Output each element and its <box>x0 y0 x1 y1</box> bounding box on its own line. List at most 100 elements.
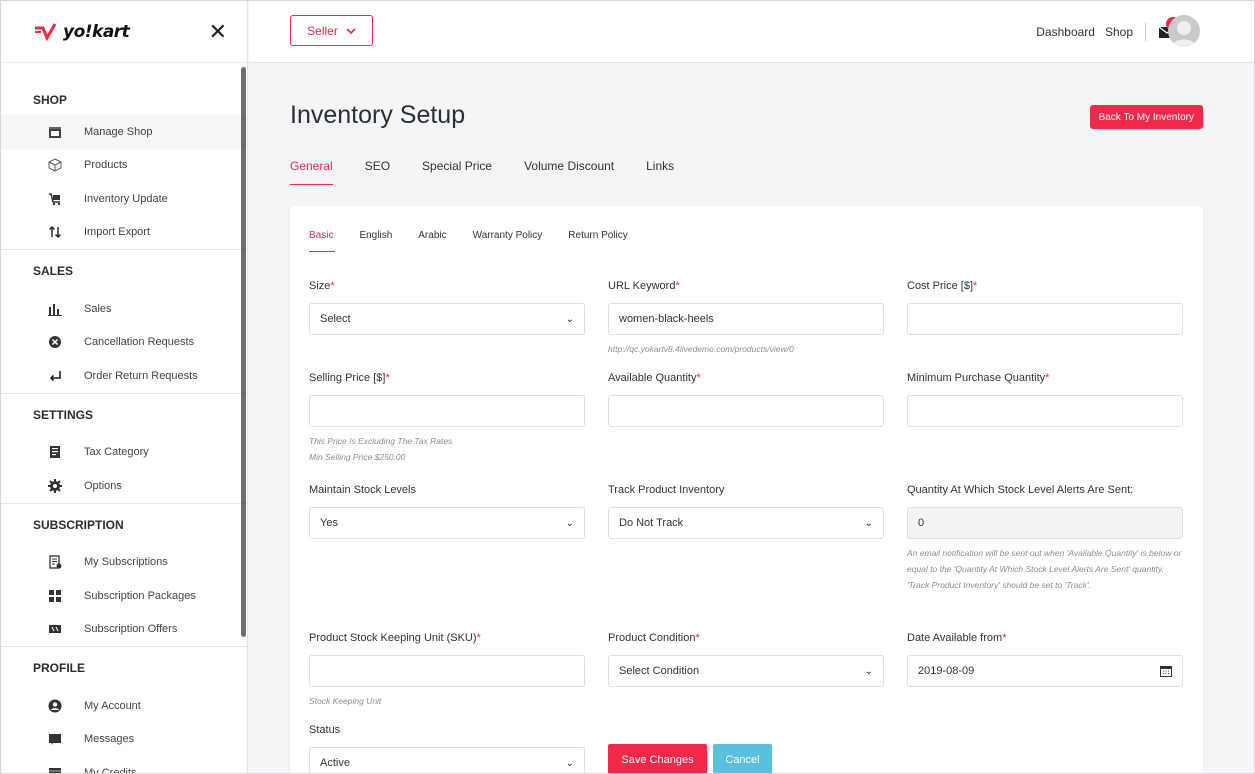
chevron-down-icon: ⌄ <box>864 665 873 677</box>
sidebar-item-label: My Credits <box>84 766 137 774</box>
dashboard-link[interactable]: Dashboard <box>1036 25 1095 39</box>
cancel-circle-icon <box>48 335 62 349</box>
credits-icon <box>48 766 62 773</box>
sidebar: yo!kart ✕ SHOP Manage Shop Products Invento… <box>1 1 248 774</box>
date-available-value: 2019-08-09 <box>918 665 975 677</box>
cancel-button[interactable]: Cancel <box>713 744 772 773</box>
brand-logo[interactable]: yo!kart <box>33 21 130 42</box>
tab-seo[interactable]: SEO <box>365 159 390 185</box>
seller-dropdown[interactable]: Seller <box>290 15 373 46</box>
sidebar-item-tax-category[interactable]: Tax Category <box>1 436 247 470</box>
save-changes-button[interactable]: Save Changes <box>608 744 707 773</box>
sidebar-item-messages[interactable]: Messages <box>1 723 247 757</box>
cost-price-input[interactable] <box>907 303 1183 335</box>
calendar-icon[interactable] <box>1160 665 1172 677</box>
sidebar-item-subscription-offers[interactable]: Subscription Offers <box>1 613 247 647</box>
bar-chart-icon <box>48 302 62 316</box>
sidebar-item-manage-shop[interactable]: Manage Shop <box>1 115 247 149</box>
required-mark: * <box>1045 372 1050 384</box>
maintain-stock-select[interactable]: Yes ⌄ <box>309 507 585 539</box>
sidebar-item-my-credits[interactable]: My Credits <box>1 756 247 774</box>
sidebar-item-products[interactable]: Products <box>1 149 247 183</box>
maintain-stock-label: Maintain Stock Levels <box>309 484 416 496</box>
url-keyword-field: URL Keyword* women-black-heels http://qc… <box>608 280 884 357</box>
sidebar-item-label: My Account <box>84 699 141 712</box>
sidebar-section-title: SUBSCRIPTION <box>33 517 124 532</box>
selling-price-help: This Price Is Excluding The Tax Rates Mi… <box>309 433 585 465</box>
min-purchase-quantity-input[interactable] <box>907 395 1183 427</box>
tab-general[interactable]: General <box>290 159 333 185</box>
sidebar-item-subscription-packages[interactable]: Subscription Packages <box>1 579 247 613</box>
sidebar-item-my-subscriptions[interactable]: My Subscriptions <box>1 546 247 580</box>
subtab-warranty-policy[interactable]: Warranty Policy <box>473 230 543 252</box>
divider <box>1145 23 1146 41</box>
track-inventory-field: Track Product Inventory Do Not Track ⌄ <box>608 484 884 539</box>
brand-name: yo!kart <box>63 21 130 42</box>
date-available-label: Date Available from <box>907 632 1003 644</box>
date-available-input[interactable]: 2019-08-09 <box>907 655 1183 687</box>
condition-field: Product Condition* Select Condition ⌄ <box>608 632 884 687</box>
subtab-english[interactable]: English <box>359 230 392 252</box>
required-mark: * <box>1002 632 1007 644</box>
status-label: Status <box>309 724 341 736</box>
subtab-return-policy[interactable]: Return Policy <box>568 230 627 252</box>
selling-price-input[interactable] <box>309 395 585 427</box>
sidebar-section-title: SETTINGS <box>33 407 94 422</box>
size-select[interactable]: Select ⌄ <box>309 303 585 335</box>
sidebar-item-label: Manage Shop <box>84 125 153 138</box>
sidebar-item-label: Sales <box>84 302 112 315</box>
track-inventory-select[interactable]: Do Not Track ⌄ <box>608 507 884 539</box>
status-select[interactable]: Active ⌄ <box>309 747 585 773</box>
url-keyword-value: women-black-heels <box>619 313 714 325</box>
packages-icon <box>48 589 62 603</box>
back-to-inventory-button[interactable]: Back To My Inventory <box>1089 105 1203 129</box>
sidebar-section-sales: SALES Sales Cancellation Requests Order Ret… <box>1 250 247 394</box>
sidebar-item-label: Products <box>84 159 128 172</box>
tax-icon <box>48 445 62 459</box>
alert-quantity-field: Quantity At Which Stock Level Alerts Are… <box>907 484 1183 593</box>
required-mark: * <box>476 632 481 644</box>
chevron-down-icon: ⌄ <box>565 313 574 325</box>
condition-select[interactable]: Select Condition ⌄ <box>608 655 884 687</box>
shop-link[interactable]: Shop <box>1105 25 1133 39</box>
sidebar-item-label: Options <box>84 479 122 492</box>
subtab-basic[interactable]: Basic <box>309 230 336 252</box>
sidebar-item-inventory-update[interactable]: Inventory Update <box>1 182 247 216</box>
url-keyword-input[interactable]: women-black-heels <box>608 303 884 335</box>
sidebar-item-sales[interactable]: Sales <box>1 292 247 326</box>
topbar: Seller Dashboard Shop 0 <box>249 1 1254 63</box>
tab-links[interactable]: Links <box>646 159 674 185</box>
status-value: Active <box>320 757 350 769</box>
avatar[interactable] <box>1168 15 1200 47</box>
tab-volume-discount[interactable]: Volume Discount <box>524 159 614 185</box>
sidebar-scrollbar[interactable] <box>241 67 246 637</box>
available-quantity-label: Available Quantity <box>608 372 697 384</box>
sidebar-item-options[interactable]: Options <box>1 469 247 503</box>
cart-icon <box>48 192 62 206</box>
sku-input[interactable] <box>309 655 585 687</box>
close-sidebar-icon[interactable]: ✕ <box>209 20 227 43</box>
subtab-arabic[interactable]: Arabic <box>418 230 446 252</box>
sidebar-item-import-export[interactable]: Import Export <box>1 216 247 250</box>
sidebar-section-title: SHOP <box>33 93 68 107</box>
maintain-stock-value: Yes <box>320 517 338 529</box>
sidebar-item-order-return-requests[interactable]: Order Return Requests <box>1 359 247 393</box>
sidebar-item-label: Cancellation Requests <box>84 336 195 349</box>
required-mark: * <box>696 372 701 384</box>
available-quantity-input[interactable] <box>608 395 884 427</box>
sidebar-section-shop: SHOP Manage Shop Products Inventory Update I… <box>1 63 247 250</box>
condition-label: Product Condition <box>608 632 696 644</box>
required-mark: * <box>330 280 335 292</box>
seller-label: Seller <box>307 23 338 38</box>
chevron-down-icon <box>346 24 356 38</box>
alert-quantity-input[interactable]: 0 <box>907 507 1183 539</box>
cost-price-field: Cost Price [$]* <box>907 280 1183 335</box>
gear-icon <box>48 478 62 493</box>
sidebar-item-my-account[interactable]: My Account <box>1 689 247 723</box>
sidebar-item-cancellation-requests[interactable]: Cancellation Requests <box>1 326 247 360</box>
tab-special-price[interactable]: Special Price <box>422 159 492 185</box>
condition-value: Select Condition <box>619 665 700 677</box>
date-available-field: Date Available from* 2019-08-09 <box>907 632 1183 687</box>
sidebar-nav: SHOP Manage Shop Products Inventory Update I… <box>1 63 247 774</box>
selling-price-help-min: Min Selling Price $250.00 <box>309 452 406 462</box>
